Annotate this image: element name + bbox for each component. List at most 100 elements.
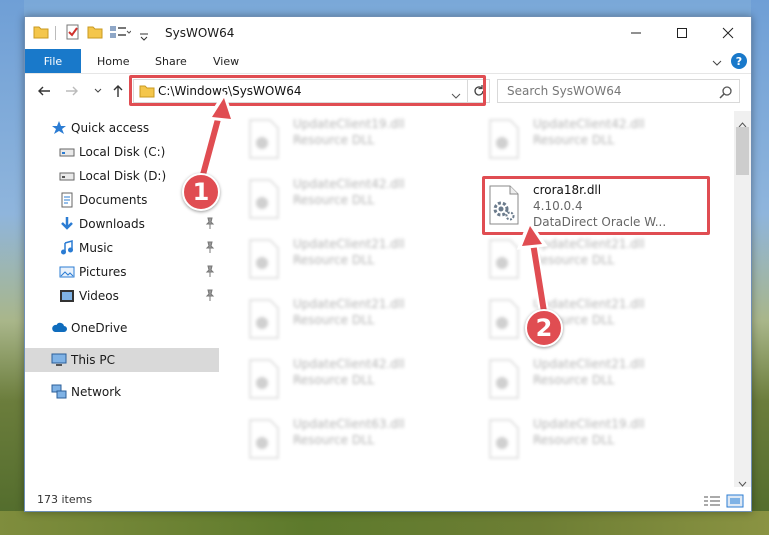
pin-icon[interactable] — [205, 289, 215, 304]
search-icon[interactable] — [719, 84, 733, 103]
new-folder-icon[interactable] — [87, 24, 103, 42]
file-type: Resource DLL — [533, 133, 615, 147]
sidebar-item-videos[interactable]: Videos — [25, 284, 219, 308]
dll-file-icon — [249, 239, 279, 279]
file-name: UpdateClient42.dll — [293, 357, 405, 371]
file-tile[interactable]: UpdateClient21.dll Resource DLL — [230, 231, 460, 283]
file-name: UpdateClient19.dll — [293, 117, 405, 131]
large-icons-view-icon[interactable] — [726, 494, 744, 508]
tab-share[interactable]: Share — [155, 49, 187, 73]
file-tile[interactable]: UpdateClient63.dll Resource DLL — [230, 411, 460, 463]
address-highlight-box — [129, 75, 486, 106]
title-bar: SysWOW64 — [25, 17, 751, 49]
file-type: Resource DLL — [293, 313, 375, 327]
file-tile[interactable]: UpdateClient19.dll Resource DLL — [230, 111, 460, 163]
tab-home[interactable]: Home — [97, 49, 129, 73]
qa-separator — [55, 26, 56, 40]
computer-icon — [51, 352, 67, 368]
sidebar-item-label: Documents — [79, 193, 148, 207]
file-name: UpdateClient42.dll — [533, 117, 645, 131]
tab-view[interactable]: View — [213, 49, 239, 73]
search-input[interactable]: Search SysWOW64 — [497, 79, 740, 103]
pin-icon[interactable] — [205, 265, 215, 280]
download-icon — [59, 216, 75, 232]
up-button[interactable] — [109, 82, 127, 100]
star-icon — [51, 120, 67, 136]
file-type: Resource DLL — [293, 373, 375, 387]
file-type: Resource DLL — [533, 373, 615, 387]
dll-file-icon — [249, 299, 279, 339]
sidebar-item-this-pc[interactable]: This PC — [25, 348, 219, 372]
sidebar-item-label: Network — [71, 385, 122, 399]
customize-view-icon[interactable] — [109, 24, 132, 42]
music-icon — [59, 240, 75, 256]
pictures-icon — [59, 264, 75, 280]
maximize-button[interactable] — [659, 17, 705, 49]
sidebar-item-onedrive[interactable]: OneDrive — [25, 316, 219, 340]
file-tile[interactable]: UpdateClient21.dll Resource DLL — [470, 231, 700, 283]
file-highlight-box — [482, 176, 710, 235]
dll-file-icon — [489, 239, 519, 279]
sidebar-item-label: OneDrive — [71, 321, 128, 335]
dll-file-icon — [489, 359, 519, 399]
sidebar-item-label: Quick access — [71, 121, 150, 135]
properties-icon[interactable] — [65, 24, 81, 42]
dll-file-icon — [249, 419, 279, 459]
dll-file-icon — [249, 359, 279, 399]
drive-icon — [59, 144, 75, 160]
view-toggles — [703, 493, 745, 512]
file-name: UpdateClient21.dll — [533, 237, 645, 251]
desktop-background-bottom — [0, 511, 769, 535]
close-button[interactable] — [705, 17, 751, 49]
back-button[interactable] — [35, 82, 53, 100]
sidebar-item-pictures[interactable]: Pictures — [25, 260, 219, 284]
file-type: Resource DLL — [293, 133, 375, 147]
file-tile[interactable]: UpdateClient42.dll Resource DLL — [470, 111, 700, 163]
chevron-down-icon[interactable] — [711, 54, 723, 73]
desktop-background-right — [751, 0, 769, 535]
navigation-pane: Quick access Local Disk (C:) Local Disk … — [25, 111, 219, 481]
sidebar-item-downloads[interactable]: Downloads — [25, 212, 219, 236]
cloud-icon — [51, 320, 67, 336]
sidebar-item-label: Music — [79, 241, 114, 255]
sidebar-item-quick-access[interactable]: Quick access — [25, 116, 219, 140]
callout-1: 1 — [182, 173, 220, 211]
sidebar-item-local-disk-c[interactable]: Local Disk (C:) — [25, 140, 219, 164]
file-tile[interactable]: UpdateClient42.dll Resource DLL — [230, 351, 460, 403]
scroll-thumb[interactable] — [736, 127, 749, 175]
dll-file-icon — [489, 419, 519, 459]
folder-icon — [33, 24, 49, 42]
sidebar-item-music[interactable]: Music — [25, 236, 219, 260]
file-tile[interactable]: UpdateClient21.dll Resource DLL — [470, 351, 700, 403]
videos-icon — [59, 288, 75, 304]
file-type: Resource DLL — [293, 253, 375, 267]
file-tile[interactable]: UpdateClient21.dll Resource DLL — [470, 291, 700, 343]
file-tile[interactable]: UpdateClient42.dll Resource DLL — [230, 171, 460, 223]
forward-button[interactable] — [63, 82, 81, 100]
file-tile[interactable]: UpdateClient19.dll Resource DLL — [470, 411, 700, 463]
sidebar-item-label: Pictures — [79, 265, 127, 279]
details-view-icon[interactable] — [704, 496, 720, 506]
dll-file-icon — [249, 119, 279, 159]
pin-icon[interactable] — [205, 217, 215, 232]
pin-icon[interactable] — [205, 241, 215, 256]
help-button[interactable]: ? — [731, 53, 747, 69]
file-tile[interactable]: UpdateClient21.dll Resource DLL — [230, 291, 460, 343]
file-type: Resource DLL — [293, 433, 375, 447]
desktop-background-left — [0, 0, 24, 535]
search-placeholder: Search SysWOW64 — [507, 84, 622, 98]
qa-dropdown-icon[interactable] — [139, 27, 149, 45]
minimize-button[interactable] — [613, 17, 659, 49]
callout-2: 2 — [525, 309, 563, 347]
recent-locations-button[interactable] — [89, 82, 107, 100]
vertical-scrollbar[interactable] — [734, 111, 751, 487]
dll-file-icon — [489, 119, 519, 159]
file-name: UpdateClient21.dll — [533, 357, 645, 371]
sidebar-item-network[interactable]: Network — [25, 380, 219, 404]
file-name: UpdateClient21.dll — [293, 237, 405, 251]
ribbon: File Home Share View ? — [25, 49, 751, 74]
dll-file-icon — [489, 299, 519, 339]
tab-file[interactable]: File — [25, 49, 81, 73]
drive-icon — [59, 168, 75, 184]
item-count: 173 items — [37, 493, 93, 506]
